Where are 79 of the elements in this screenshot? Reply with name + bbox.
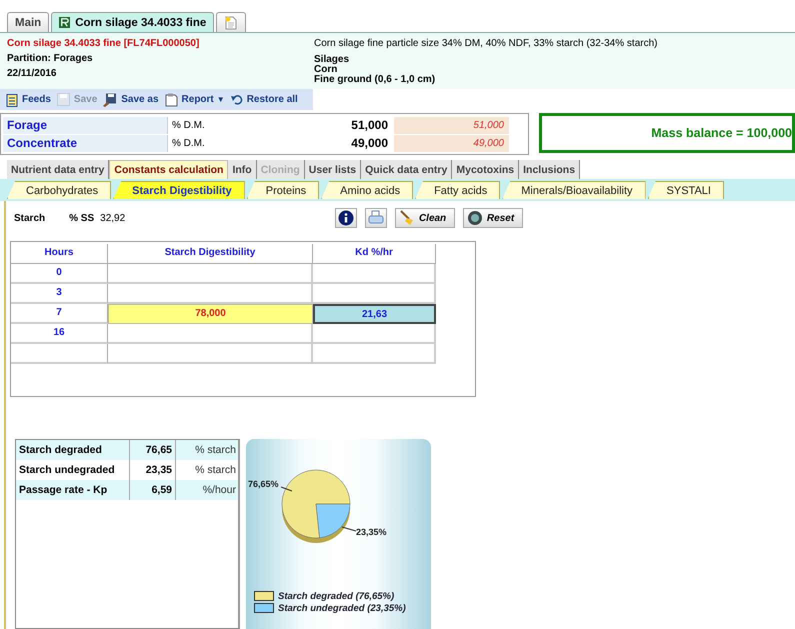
value-field[interactable]: 49,000: [270, 136, 394, 150]
section-tab[interactable]: Inclusions: [519, 160, 580, 179]
component-name: Forage: [3, 116, 168, 134]
unit-cell-text: % D.M.: [171, 138, 206, 148]
computed-cell: 51,000: [394, 116, 509, 134]
subsection-tab[interactable]: Starch Digestibility: [113, 181, 245, 199]
document-tab[interactable]: Main: [7, 12, 50, 32]
new-document-icon: [224, 16, 238, 30]
table-cell[interactable]: 21,63: [313, 304, 436, 324]
disk-icon: [103, 92, 118, 106]
starch-label: Starch: [14, 212, 46, 224]
table-cell[interactable]: [313, 344, 436, 364]
section-tab[interactable]: User lists: [304, 160, 362, 179]
section-tab[interactable]: Mycotoxins: [452, 160, 520, 179]
result-unit: % starch: [194, 444, 237, 456]
info-icon: [338, 210, 354, 226]
section-tab[interactable]: Constants calculation: [109, 160, 228, 179]
partition-label: Partition: Forages: [7, 53, 94, 64]
print-button[interactable]: [365, 208, 388, 228]
table-cell[interactable]: [108, 264, 313, 284]
category-text: Fine ground (0,6 - 1,0 cm): [314, 75, 436, 85]
undo-icon: [230, 94, 243, 104]
value-label: 23,35%: [356, 527, 387, 537]
section-tab[interactable]: Quick data entry: [361, 160, 452, 179]
document-tab[interactable]: Corn silage 34.4033 fine: [51, 12, 214, 32]
clipboard-icon: [6, 92, 18, 106]
reset-button[interactable]: Reset: [463, 208, 524, 228]
legend-label: Starch undegraded (23,35%): [278, 602, 406, 614]
subsection-tab[interactable]: Minerals/Bioavailability: [502, 181, 646, 199]
table-cell[interactable]: [313, 324, 436, 344]
column-header: Hours: [11, 244, 108, 264]
reset-icon: [467, 210, 484, 226]
section-tab[interactable]: Nutrient data entry: [7, 160, 110, 179]
computed-cell: 49,000: [394, 134, 509, 152]
subsection-tab[interactable]: Amino acids: [321, 181, 414, 199]
toolbar-button[interactable]: Restore all: [230, 94, 298, 105]
leader-line: [342, 526, 356, 532]
value-label: 76,65%: [248, 479, 279, 489]
row-header: 0: [11, 264, 108, 284]
date-text: 22/11/2016: [7, 68, 58, 79]
mass-balance-box: Mass balance = 100,000: [539, 113, 795, 153]
feed-title: Corn silage 34.4033 fine [FL74FL000050]: [7, 38, 200, 49]
toolbar-button[interactable]: Feeds: [6, 92, 51, 106]
dropdown-button[interactable]: ▼: [216, 95, 225, 104]
column-header: Kd %/hr: [313, 244, 436, 264]
component-name: Concentrate: [3, 134, 168, 152]
subsection-tab[interactable]: SYSTALI: [648, 181, 724, 199]
starch-unit: % SS: [69, 212, 94, 224]
table-cell[interactable]: [108, 324, 313, 344]
result-unit: %/hour: [202, 484, 237, 496]
result-unit: % starch: [194, 464, 237, 476]
category-text: Corn: [314, 65, 338, 75]
table-cell[interactable]: 78,000: [108, 304, 313, 324]
subsection-tab[interactable]: Proteins: [246, 181, 320, 199]
row-header: 3: [11, 284, 108, 304]
section-tab[interactable]: Info: [228, 160, 257, 179]
info-button[interactable]: [335, 208, 358, 228]
value-field[interactable]: 51,000: [270, 118, 394, 132]
toolbar-button[interactable]: Save as: [103, 92, 159, 106]
feed-description: Corn silage fine particle size 34% DM, 40% NDF, 33% starch (32-34% starch): [314, 38, 658, 49]
subsection-tab[interactable]: Fatty acids: [415, 181, 500, 199]
column-header: Starch Digestibility: [108, 244, 313, 264]
leader-line: [280, 486, 292, 492]
unit-cell-text: % D.M.: [171, 120, 206, 130]
clean-button[interactable]: Clean: [395, 208, 456, 228]
printer-icon: [368, 210, 384, 226]
feed-icon: [59, 17, 70, 28]
starch-value: 32,92: [100, 212, 126, 224]
subsection-tab[interactable]: Carbohydrates: [7, 181, 112, 199]
toolbar-button[interactable]: Report: [164, 92, 214, 106]
result-value: 6,59: [130, 480, 176, 500]
report-icon: [164, 92, 178, 106]
row-header: 16: [11, 324, 108, 344]
legend-label: Starch degraded (76,65%): [278, 590, 394, 602]
document-tab[interactable]: [216, 12, 246, 32]
category-text: Silages: [314, 55, 350, 65]
table-cell[interactable]: [108, 344, 313, 364]
result-label: Passage rate - Kp: [16, 480, 130, 500]
table-cell[interactable]: [313, 264, 436, 284]
